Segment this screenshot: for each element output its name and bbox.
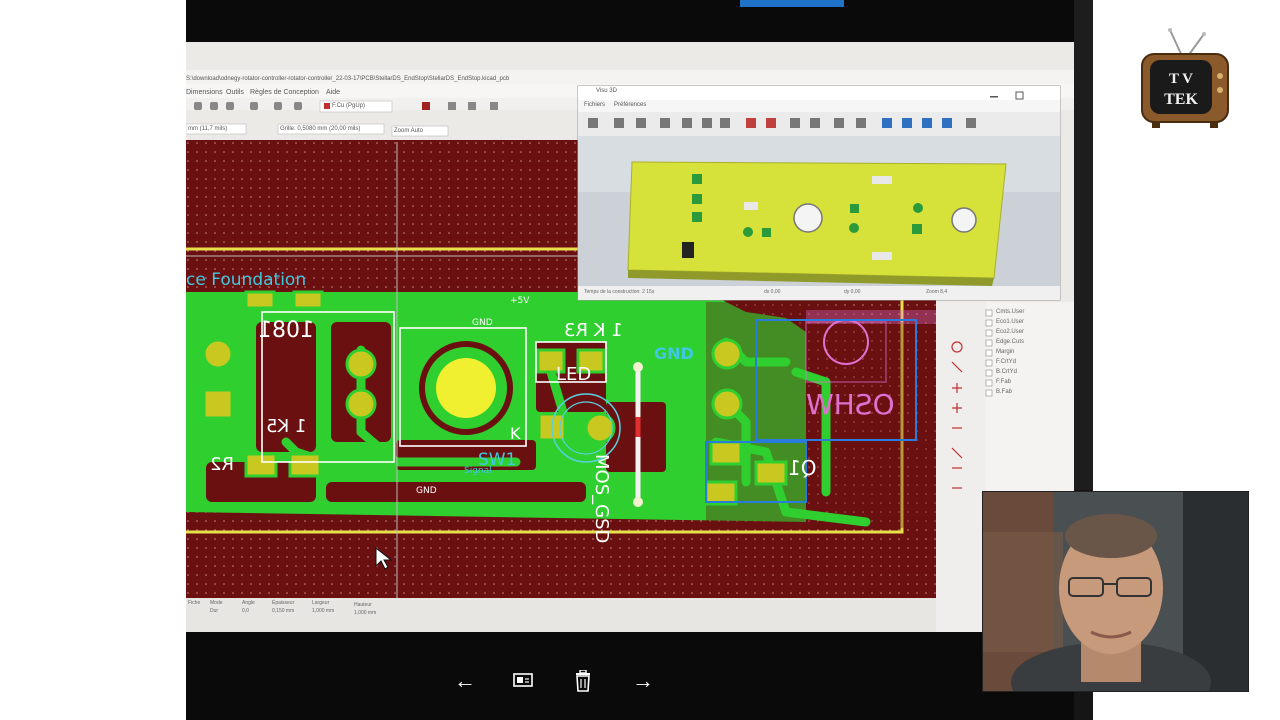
visu3d-zoom: Zoom 8,4 <box>926 289 948 295</box>
silk-l801: 1081 <box>258 318 314 343</box>
next-arrow-icon[interactable]: → <box>626 664 660 698</box>
layer-b-crtyd[interactable]: B.CrtYd <box>996 369 1017 375</box>
silk-r2: R2 <box>210 454 234 475</box>
silk-q1: Q1 <box>788 456 817 480</box>
layer-f-fab[interactable]: F.Fab <box>996 379 1011 385</box>
silk-oshw: OSHW <box>806 388 895 421</box>
kicad-screen-photo: S:\download\odnegy-rotator-controller-ro… <box>186 42 1074 632</box>
silk-mos-gsd: MOS_GSD <box>591 454 612 544</box>
status-label-epaisseur: Épaisseur <box>272 600 295 606</box>
silk-plus5v: +5V <box>510 296 530 306</box>
window-title-path: S:\download\odnegy-rotator-controller-ro… <box>186 76 510 82</box>
menu-regles[interactable]: Règles de Conception <box>250 89 319 96</box>
silk-foundation: ce Foundation <box>186 270 307 290</box>
delete-trash-icon[interactable] <box>566 664 600 698</box>
layer-margin[interactable]: Margin <box>996 349 1014 355</box>
visu3d-menu-fichiers[interactable]: Fichiers <box>584 102 605 108</box>
status-label-angle: Angle <box>242 600 255 606</box>
logo-line1: T V <box>1169 71 1193 87</box>
viewer-top-accent <box>740 0 844 7</box>
status-label-largeur: Largeur <box>312 600 330 606</box>
silk-signal: Signal <box>464 466 492 476</box>
visu3d-dy: dy 0,00 <box>844 289 861 295</box>
previous-arrow-icon[interactable]: ← <box>448 664 482 698</box>
layer-eco1-user[interactable]: Eco1.User <box>996 319 1024 325</box>
webcam-overlay <box>982 491 1249 692</box>
visu3d-build-time: Temps de la construction: 2 15s <box>584 289 655 295</box>
silk-r3: 1 K R3 <box>564 320 623 341</box>
status-value-epaisseur: 0,150 mm <box>272 608 295 614</box>
menu-outils[interactable]: Outils <box>226 89 244 96</box>
zoom-select[interactable]: Zoom Auto <box>394 128 423 134</box>
layer-f-crtyd[interactable]: F.CrtYd <box>996 359 1016 365</box>
menu-dimensions[interactable]: Dimensions <box>186 89 223 96</box>
menu-aide[interactable]: Aide <box>326 89 340 96</box>
slideshow-icon[interactable] <box>506 664 540 698</box>
status-label-hauteur: Hauteur <box>354 602 372 608</box>
status-value-mode: Dur <box>210 608 219 614</box>
silk-gnd-big: GND <box>654 344 694 363</box>
layer-select[interactable]: F.Cu (PgUp) <box>332 103 365 109</box>
silk-gnd-top: GND <box>472 318 493 328</box>
status-label-mode: Mode <box>210 600 223 606</box>
visu3d-menu-preferences[interactable]: Préférences <box>614 102 646 108</box>
viewer-side-strip <box>1074 0 1093 490</box>
layer-eco2-user[interactable]: Eco2.User <box>996 329 1024 335</box>
viewer-nav-bar: ← → <box>440 664 670 698</box>
silk-r5: 1 K5 <box>266 416 307 437</box>
silk-led: LED <box>556 364 592 385</box>
visu3d-title: Visu 3D <box>596 88 617 94</box>
layer-cmts-user[interactable]: Cmts.User <box>996 309 1024 315</box>
layer-b-fab[interactable]: B.Fab <box>996 389 1012 395</box>
status-label-fiche: Fiche <box>188 600 201 606</box>
tv-tek-logo: T V TEK <box>1141 28 1229 128</box>
track-width-select[interactable]: mm (11,7 mils) <box>188 126 227 132</box>
status-value-hauteur: 1,000 mm <box>354 610 377 616</box>
layer-edge-cuts[interactable]: Edge.Cuts <box>996 339 1024 345</box>
visu3d-dx: dx 0,00 <box>764 289 781 295</box>
silk-k: K <box>510 424 521 443</box>
logo-line2: TEK <box>1164 91 1198 108</box>
grid-select[interactable]: Grille: 0,5080 mm (20,00 mils) <box>280 126 360 132</box>
silk-gnd-bottom: GND <box>416 486 437 496</box>
status-value-angle: 0,0 <box>242 608 249 614</box>
status-value-largeur: 1,000 mm <box>312 608 335 614</box>
